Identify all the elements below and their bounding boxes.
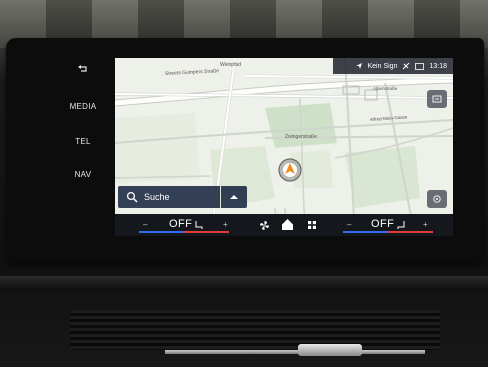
back-arrow-icon	[78, 65, 87, 72]
map-view[interactable]: Streets Gumpers Straße Weinpfad Alpenstr…	[115, 58, 453, 236]
right-temp-value[interactable]: OFF	[371, 218, 394, 230]
street-label: Zwingerstraße	[285, 134, 317, 140]
side-item-tel[interactable]: TEL	[58, 137, 108, 146]
status-bar: Kein Sign 13:18	[333, 58, 453, 74]
back-button[interactable]	[58, 64, 108, 77]
right-hot-bar	[387, 231, 433, 233]
message-icon	[415, 62, 425, 70]
left-temp-value[interactable]: OFF	[169, 218, 192, 230]
apps-grid-icon[interactable]	[307, 220, 317, 230]
right-temp-minus-button[interactable]: –	[347, 220, 351, 229]
layers-icon	[432, 95, 442, 103]
home-icon[interactable]	[281, 218, 294, 231]
chevron-up-icon	[230, 195, 238, 199]
side-item-media[interactable]: MEDIA	[58, 102, 108, 111]
clock: 13:18	[429, 62, 447, 70]
left-temp-minus-button[interactable]: –	[143, 220, 147, 229]
dashboard-trim	[0, 276, 488, 290]
climate-bar: – OFF + – OFF +	[115, 214, 453, 236]
search-expand-button[interactable]	[221, 186, 247, 208]
chrome-trim	[165, 350, 425, 354]
air-vents	[70, 310, 440, 350]
side-menu: MEDIA TEL NAV	[58, 60, 108, 220]
right-cold-bar	[343, 231, 387, 233]
search-placeholder: Suche	[144, 192, 170, 202]
no-signal-icon	[403, 62, 410, 70]
search-icon	[126, 191, 138, 203]
left-cold-bar	[139, 231, 183, 233]
left-temp-plus-button[interactable]: +	[223, 220, 228, 229]
navigation-screen: Streets Gumpers Straße Weinpfad Alpenstr…	[115, 58, 453, 236]
map-settings-button[interactable]	[427, 190, 447, 208]
gear-icon	[433, 195, 441, 203]
fan-icon[interactable]	[259, 220, 270, 231]
navigation-arrow-icon	[355, 63, 362, 69]
seat-heating-icon	[397, 221, 405, 229]
vehicle-position-icon	[278, 158, 302, 182]
signal-status-text: Kein Sign	[367, 62, 398, 70]
seat-heating-icon	[195, 221, 203, 229]
side-item-nav[interactable]: NAV	[58, 170, 108, 179]
street-label: Weinpfad	[220, 62, 241, 68]
right-temp-plus-button[interactable]: +	[423, 220, 428, 229]
street-label: Alpenstraße	[373, 86, 398, 91]
search-field[interactable]: Suche	[118, 186, 220, 208]
left-hot-bar	[183, 231, 229, 233]
map-options-button[interactable]	[427, 90, 447, 108]
hazard-switch[interactable]	[298, 344, 362, 356]
